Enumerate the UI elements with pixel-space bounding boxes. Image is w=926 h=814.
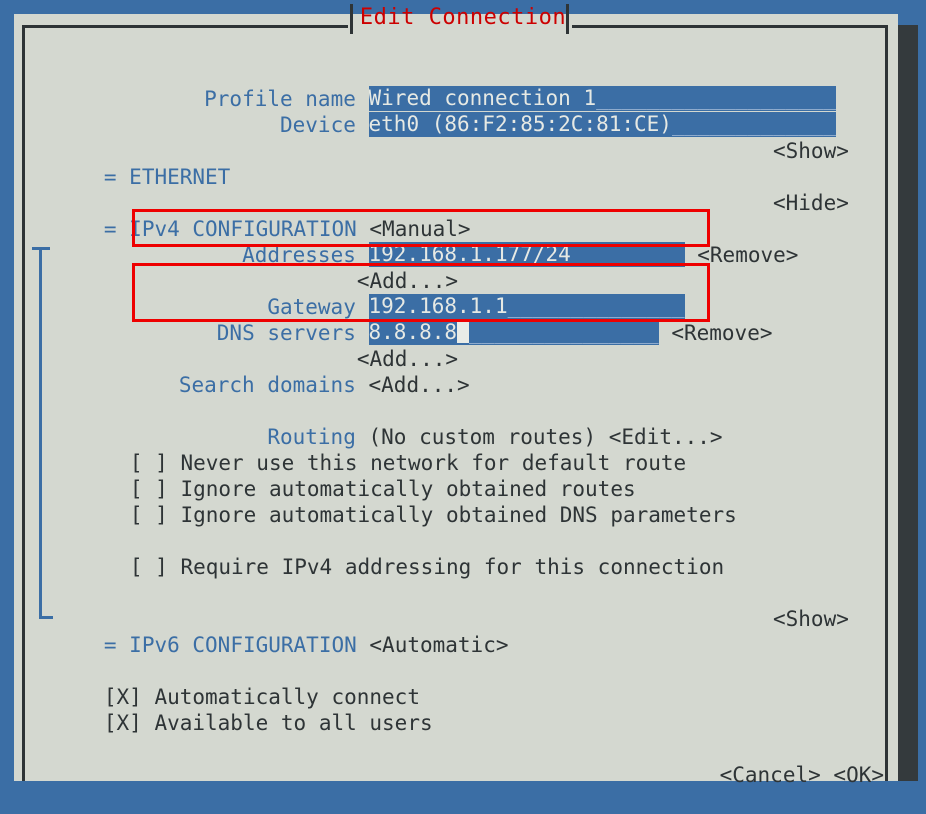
spacer-21 bbox=[142, 711, 155, 735]
checkbox-label: Require IPv4 addressing for this connect… bbox=[180, 555, 725, 579]
checkbox-require-ipv4[interactable]: [ ] Require IPv4 addressing for this con… bbox=[54, 528, 724, 579]
text-cursor bbox=[457, 322, 470, 343]
search-domains-add-button[interactable]: <Add...> bbox=[369, 373, 470, 397]
checkbox-automatically-connect[interactable]: [X] Automatically connect bbox=[28, 658, 420, 709]
checkbox-ignore-routes[interactable]: [ ] Ignore automatically obtained routes bbox=[54, 450, 636, 501]
device-row: Device eth0 (86:F2:85:2C:81:CE)_________… bbox=[28, 86, 837, 137]
ipv4-dns-row: DNS servers 8.8.8.8 _______________ <Remo… bbox=[28, 294, 788, 345]
profile-name-row: Profile name Wired connection 1_________… bbox=[28, 60, 837, 111]
checkbox-ignore-dns[interactable]: [ ] Ignore automatically obtained DNS pa… bbox=[54, 476, 737, 527]
ipv4-tree-foot-icon bbox=[39, 616, 53, 619]
ipv4-tree-line-icon bbox=[39, 247, 42, 619]
checkbox-available-all-users[interactable]: [X] Available to all users bbox=[28, 684, 433, 735]
ipv4-search-domains-row: Search domains <Add...> bbox=[28, 346, 788, 397]
device-fill: _____________ bbox=[671, 112, 837, 136]
device-label: Device bbox=[280, 113, 356, 137]
spacer-10 bbox=[659, 321, 672, 345]
section-ethernet[interactable]: = ETHERNET <Show> bbox=[28, 138, 884, 189]
ipv4-gateway-row: Gateway 192.168.1.1______________ bbox=[28, 268, 788, 319]
ipv4-hide-button[interactable]: <Hide> bbox=[773, 190, 849, 216]
search-domains-label: Search domains bbox=[178, 373, 356, 397]
ipv4-dns-add-row: <Add...> bbox=[281, 320, 458, 371]
ipv6-show-button[interactable]: <Show> bbox=[773, 606, 849, 632]
spacer-19 bbox=[357, 633, 370, 657]
dialog-content: Profile name Wired connection 1_________… bbox=[28, 44, 884, 787]
spacer-18 bbox=[117, 633, 130, 657]
ipv6-expander-icon[interactable]: = bbox=[104, 633, 117, 657]
checkbox-box-icon[interactable]: [ ] bbox=[130, 503, 168, 527]
spacer-2 bbox=[356, 113, 369, 137]
dns-servers-fill: _______________ bbox=[469, 320, 659, 344]
ipv4-addresses-row: Addresses 192.168.1.177/24_________ <Rem… bbox=[28, 216, 798, 267]
dialog-actions: <Cancel> <OK> bbox=[28, 736, 884, 787]
device-value: eth0 (86:F2:85:2C:81:CE) bbox=[368, 112, 672, 136]
ethernet-expander-icon[interactable]: = bbox=[104, 165, 117, 189]
dialog-title: Edit Connection bbox=[359, 5, 567, 30]
scrollbar-track[interactable] bbox=[898, 25, 918, 781]
ipv6-mode-select[interactable]: <Automatic> bbox=[369, 633, 508, 657]
spacer-7 bbox=[685, 243, 698, 267]
checkbox-label: Ignore automatically obtained DNS parame… bbox=[180, 503, 737, 527]
ethernet-title: ETHERNET bbox=[129, 165, 231, 189]
checkbox-never-default-route[interactable]: [ ] Never use this network for default r… bbox=[54, 424, 686, 475]
ipv6-title: IPv6 CONFIGURATION bbox=[129, 633, 357, 657]
terminal-screen: Edit Connection Profile name Wired conne… bbox=[0, 0, 926, 787]
checkbox-box-icon[interactable]: [X] bbox=[104, 711, 142, 735]
dns-servers-remove-button[interactable]: <Remove> bbox=[671, 321, 772, 345]
section-ipv4[interactable]: = IPv4 CONFIGURATION <Manual> <Hide> bbox=[28, 190, 884, 241]
checkbox-label: Available to all users bbox=[154, 711, 433, 735]
cancel-button[interactable]: <Cancel> bbox=[720, 763, 821, 787]
device-input[interactable]: eth0 (86:F2:85:2C:81:CE)_____________ bbox=[368, 112, 837, 137]
addresses-remove-button[interactable]: <Remove> bbox=[697, 243, 798, 267]
ipv4-addresses-add-row: <Add...> bbox=[281, 242, 458, 293]
addresses-fill: _________ bbox=[570, 242, 685, 266]
spacer-17 bbox=[168, 555, 181, 579]
ethernet-show-button[interactable]: <Show> bbox=[773, 138, 849, 164]
spacer-11 bbox=[356, 373, 369, 397]
section-ipv6[interactable]: = IPv6 CONFIGURATION <Automatic> <Show> bbox=[28, 606, 884, 657]
spacer-16 bbox=[168, 503, 181, 527]
ipv4-routing-row: Routing (No custom routes) <Edit...> bbox=[28, 398, 788, 449]
ok-button[interactable]: <OK> bbox=[833, 763, 884, 787]
spacer-3 bbox=[117, 165, 130, 189]
spacer-22 bbox=[821, 763, 834, 787]
checkbox-box-icon[interactable]: [ ] bbox=[130, 555, 168, 579]
